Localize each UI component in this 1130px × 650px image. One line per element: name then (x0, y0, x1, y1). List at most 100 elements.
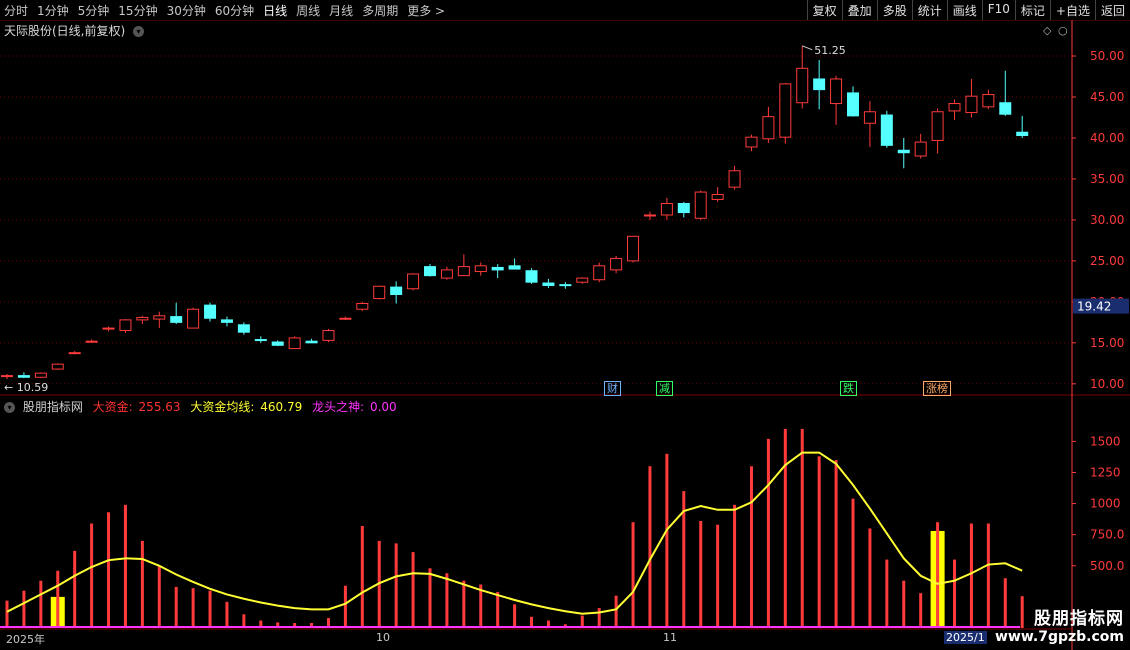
fund-bar (614, 595, 618, 628)
candle-body (813, 78, 826, 91)
candle-body (610, 257, 623, 271)
candle-body (762, 116, 775, 140)
fund-bar (360, 525, 364, 628)
price-tick-label: 30.00 (1090, 213, 1124, 227)
candle-body (407, 273, 420, 290)
fund-bar (936, 522, 940, 628)
candle-body (576, 277, 589, 283)
chart-canvas[interactable]: 10.0015.0020.0025.0030.0035.0040.0045.00… (0, 0, 1130, 650)
fund-bar (749, 466, 753, 628)
candle-body (880, 114, 893, 146)
fund-bar (716, 524, 720, 628)
candle-body (830, 78, 843, 105)
fund-bar (919, 593, 923, 628)
current-price-label: 19.42 (1077, 300, 1111, 314)
fund-bar (665, 453, 669, 628)
fund-bar (969, 523, 973, 628)
candle-body (711, 194, 724, 200)
fund-bar (208, 590, 212, 628)
fund-bar (428, 568, 432, 628)
event-tag-finance[interactable]: 财 (604, 381, 621, 396)
candle-body (1016, 131, 1029, 137)
fund-bar (631, 522, 635, 628)
fund-bar (986, 523, 990, 628)
fund-bar (513, 604, 517, 628)
date-label-oct: 10 (376, 631, 390, 644)
fund-bar (73, 550, 77, 628)
indicator-name: 股朋指标网 (22, 400, 83, 414)
fund-bar (648, 466, 652, 628)
fund-bar (394, 543, 398, 628)
watermark: 股朋指标网 www.7gpzb.com (995, 604, 1124, 645)
fund-bar (733, 504, 737, 628)
price-tick-label: 10.00 (1090, 377, 1124, 391)
candle-body (68, 352, 81, 355)
fund-bar (953, 559, 957, 628)
fund-bar (107, 512, 111, 628)
fund-bar (157, 565, 161, 628)
fund-bar (885, 559, 889, 628)
line1-label: 大资金: (92, 400, 133, 414)
candle-body (491, 266, 504, 271)
fund-bar (90, 523, 94, 628)
watermark-title: 股朋指标网 (1034, 609, 1124, 629)
candle-body (237, 324, 250, 333)
candle-body (153, 315, 166, 320)
candle-body (170, 316, 183, 323)
line2-value: 460.79 (260, 400, 303, 414)
indicator-tick-label: 1250 (1090, 465, 1121, 479)
fund-bar (140, 540, 144, 628)
candle-body (102, 327, 115, 330)
event-tag-reduce[interactable]: 减 (656, 381, 673, 396)
candle-body (474, 265, 487, 273)
fund-bar (39, 580, 43, 628)
candle-body (643, 214, 656, 217)
candle-body (508, 265, 521, 270)
diamond-icon: ◇ (1043, 24, 1052, 37)
date-label-year: 2025年 (6, 633, 45, 646)
candle-body (220, 319, 233, 323)
fund-bar (817, 456, 821, 628)
high-price-label: 51.25 (814, 44, 846, 57)
event-tag-limit-up[interactable]: 涨榜 (923, 381, 951, 396)
indicator-tick-label: 1000 (1090, 497, 1121, 511)
price-tick-label: 25.00 (1090, 254, 1124, 268)
low-price-label: ← 10.59 (4, 381, 48, 394)
candle-body (728, 170, 741, 188)
fund-bar (242, 614, 246, 628)
candle-body (322, 330, 335, 341)
candle-body (85, 340, 98, 343)
candle-body (119, 319, 132, 332)
watermark-url: www.7gpzb.com (994, 629, 1124, 645)
fund-bar (783, 428, 787, 628)
candle-body (34, 372, 47, 378)
indicator-title: ▾ 股朋指标网 大资金: 255.63 大资金均线: 460.79 龙头之神: … (4, 398, 397, 415)
fund-bar (766, 438, 770, 628)
chevron-down-icon[interactable]: ▾ (4, 402, 15, 413)
line1-value: 255.63 (138, 400, 181, 414)
candle-body (914, 141, 927, 157)
candle-body (440, 269, 453, 279)
candle-body (390, 286, 403, 295)
indicator-tick-label: 1500 (1090, 434, 1121, 448)
candle-body (627, 235, 640, 262)
candle-body (982, 94, 995, 108)
fund-bar (56, 570, 60, 628)
fund-bar (343, 585, 347, 628)
event-tag-fall[interactable]: 跌 (840, 381, 857, 396)
fund-bar (699, 521, 703, 628)
candle-body (424, 266, 436, 277)
candle-body (339, 317, 352, 320)
candle-body (847, 92, 859, 117)
candle-body (1, 375, 13, 378)
candle-body (254, 339, 267, 342)
fund-bar (411, 552, 415, 628)
line2-label: 大资金均线: (190, 400, 255, 414)
price-tick-label: 45.00 (1090, 90, 1124, 104)
circle-icon: ○ (1058, 24, 1068, 37)
fund-bar (851, 498, 855, 628)
candle-body (559, 284, 572, 287)
candle-body (204, 304, 217, 319)
line3-value: 0.00 (369, 400, 397, 414)
line3-label: 龙头之神: (312, 400, 365, 414)
